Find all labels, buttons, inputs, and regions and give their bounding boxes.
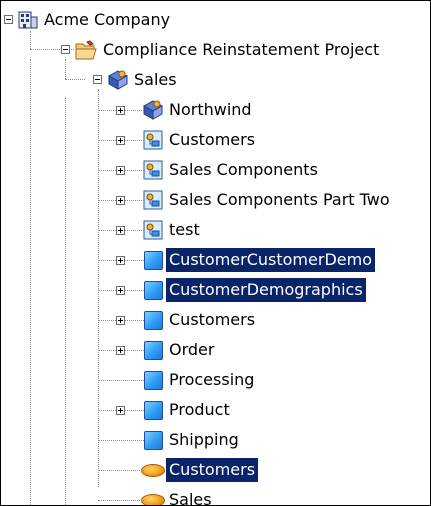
tree-node-shipping[interactable]: Shipping: [141, 425, 242, 455]
entity-icon: [141, 307, 165, 333]
tree-connector: [65, 79, 85, 80]
root-collapse-toggle[interactable]: [4, 15, 13, 24]
tree-node-label: Compliance Reinstatement Project: [103, 40, 380, 59]
company-icon: [16, 7, 40, 33]
tree-node-label: Sales: [134, 70, 177, 89]
ellipse-icon: [141, 457, 165, 483]
model-icon: [141, 97, 165, 123]
tree-connector: [65, 97, 66, 505]
tree-connector: [30, 59, 31, 505]
entity-icon: [141, 397, 165, 423]
tree-node-label: Customers: [169, 310, 256, 329]
tree-node-label: Product: [169, 400, 230, 419]
tree-node-label: Customers: [169, 130, 256, 149]
tree-node-northwind[interactable]: Northwind: [141, 95, 255, 125]
expand-toggle[interactable]: [116, 406, 125, 415]
tree-node-test[interactable]: test: [141, 215, 203, 245]
tree-node-project[interactable]: Compliance Reinstatement Project: [75, 35, 382, 65]
tree-connector: [98, 89, 99, 487]
tree-node-label: Sales Components: [169, 160, 318, 179]
diagram-icon: [141, 187, 165, 213]
entity-icon: [141, 367, 165, 393]
model-collapse-toggle[interactable]: [93, 75, 102, 84]
diagram-icon: [141, 157, 165, 183]
expand-toggle[interactable]: [116, 136, 125, 145]
tree-node-label: Northwind: [169, 100, 252, 119]
tree-connector: [98, 440, 144, 441]
expand-toggle[interactable]: [116, 286, 125, 295]
tree-node-label: test: [169, 220, 200, 239]
diagram-icon: [141, 127, 165, 153]
expand-toggle[interactable]: [116, 106, 125, 115]
tree-node-label: CustomerCustomerDemo: [166, 248, 375, 272]
tree-node-customercustomerdemo[interactable]: CustomerCustomerDemo: [141, 245, 375, 275]
tree-node-label: Processing: [169, 370, 255, 389]
ellipse-icon: [141, 487, 165, 505]
model-icon: [106, 67, 130, 93]
tree-node-customerdemographics[interactable]: CustomerDemographics: [141, 275, 366, 305]
folder-open-icon: [75, 37, 99, 63]
diagram-icon: [141, 217, 165, 243]
tree-node-model[interactable]: Sales: [106, 65, 180, 95]
tree-node-order[interactable]: Order: [141, 335, 217, 365]
tree-node-customers[interactable]: Customers: [141, 455, 259, 485]
entity-icon: [141, 427, 165, 453]
entity-icon: [141, 277, 165, 303]
tree-node-label: Customers: [166, 458, 259, 482]
expand-toggle[interactable]: [116, 196, 125, 205]
tree-node-processing[interactable]: Processing: [141, 365, 257, 395]
tree-node-label: Sales: [169, 490, 212, 506]
tree-node-customers[interactable]: Customers: [141, 125, 258, 155]
expand-toggle[interactable]: [116, 316, 125, 325]
entity-icon: [141, 247, 165, 273]
project-collapse-toggle[interactable]: [61, 45, 70, 54]
entity-icon: [141, 337, 165, 363]
tree-connector: [98, 500, 144, 501]
tree-connector: [98, 380, 144, 381]
tree-node-sales-components-part-two[interactable]: Sales Components Part Two: [141, 185, 393, 215]
tree-node-customers[interactable]: Customers: [141, 305, 258, 335]
tree-node-label: Acme Company: [44, 10, 171, 29]
tree-node-label: Shipping: [169, 430, 239, 449]
tree-connector: [98, 470, 144, 471]
model-tree-panel: Acme Company Compliance Reinstatement Pr…: [0, 0, 431, 506]
tree-connector: [65, 59, 66, 79]
tree-node-sales[interactable]: Sales: [141, 485, 215, 506]
tree-node-sales-components[interactable]: Sales Components: [141, 155, 321, 185]
tree-node-label: CustomerDemographics: [166, 278, 366, 302]
tree-node-label: Sales Components Part Two: [169, 190, 390, 209]
tree-node-root[interactable]: Acme Company: [16, 5, 173, 35]
tree-node-product[interactable]: Product: [141, 395, 233, 425]
tree-node-label: Order: [169, 340, 215, 359]
expand-toggle[interactable]: [116, 256, 125, 265]
expand-toggle[interactable]: [116, 226, 125, 235]
expand-toggle[interactable]: [116, 346, 125, 355]
expand-toggle[interactable]: [116, 166, 125, 175]
